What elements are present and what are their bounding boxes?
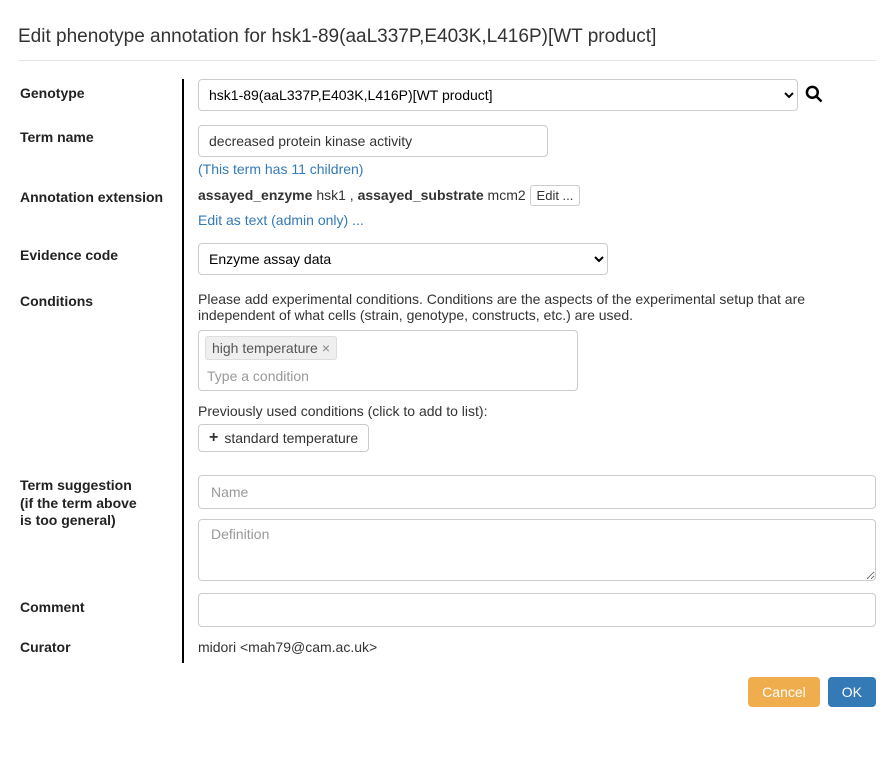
ok-button[interactable]: OK	[828, 677, 876, 707]
prev-condition-label: standard temperature	[224, 430, 358, 446]
label-term-suggestion-main: Term suggestion	[20, 477, 132, 493]
previously-used-label: Previously used conditions (click to add…	[198, 403, 876, 419]
conditions-help-text: Please add experimental conditions. Cond…	[198, 291, 876, 323]
evidence-row: Enzyme assay data	[198, 243, 876, 291]
condition-input[interactable]	[205, 364, 571, 386]
evidence-select[interactable]: Enzyme assay data	[198, 243, 608, 275]
labels-column: Genotype Term name Annotation extension …	[18, 79, 184, 663]
term-name-input[interactable]	[198, 125, 548, 157]
ext-sep: ,	[350, 187, 358, 203]
ext-val1: hsk1	[316, 187, 346, 203]
form-body: Genotype Term name Annotation extension …	[18, 79, 876, 663]
ext-val2: mcm2	[488, 187, 526, 203]
edit-as-text-link[interactable]: Edit as text (admin only) ...	[198, 212, 364, 228]
condition-tag-label: high temperature	[212, 340, 318, 356]
condition-tag: high temperature ×	[205, 336, 337, 360]
remove-tag-icon[interactable]: ×	[322, 340, 330, 356]
label-term-suggestion-sub1: (if the term above	[20, 495, 137, 511]
annotation-extension-row: assayed_enzyme hsk1 , assayed_substrate …	[198, 185, 876, 243]
label-term-suggestion: Term suggestion (if the term above is to…	[20, 475, 176, 593]
ext-key2: assayed_substrate	[358, 187, 484, 203]
edit-extension-button[interactable]: Edit ...	[530, 185, 581, 206]
suggestion-definition-textarea[interactable]	[198, 519, 876, 581]
prev-condition-button[interactable]: + standard temperature	[198, 424, 369, 452]
term-name-row: (This term has 11 children)	[198, 125, 876, 185]
label-comment: Comment	[20, 593, 176, 637]
conditions-row: Please add experimental conditions. Cond…	[198, 291, 876, 475]
dialog-title: Edit phenotype annotation for hsk1-89(aa…	[18, 16, 876, 61]
genotype-select[interactable]: hsk1-89(aaL337P,E403K,L416P)[WT product]	[198, 79, 798, 111]
ext-key1: assayed_enzyme	[198, 187, 312, 203]
suggestion-name-input[interactable]	[198, 475, 876, 509]
fields-column: hsk1-89(aaL337P,E403K,L416P)[WT product]…	[198, 79, 876, 663]
label-conditions: Conditions	[20, 291, 176, 475]
dialog-footer: Cancel OK	[18, 663, 876, 707]
previously-used: Previously used conditions (click to add…	[198, 403, 876, 452]
term-children-link[interactable]: (This term has 11 children)	[198, 161, 363, 177]
label-term-suggestion-sub2: is too general)	[20, 512, 116, 528]
label-genotype: Genotype	[20, 79, 176, 125]
label-evidence-code: Evidence code	[20, 243, 176, 291]
conditions-tag-box[interactable]: high temperature ×	[198, 330, 578, 391]
comment-input[interactable]	[198, 593, 876, 627]
term-suggestion-row	[198, 475, 876, 593]
label-curator: Curator	[20, 637, 176, 657]
curator-value: midori <mah79@cam.ac.uk>	[198, 637, 876, 655]
plus-icon: +	[209, 430, 218, 446]
search-icon[interactable]	[804, 84, 824, 107]
comment-row	[198, 593, 876, 637]
genotype-row: hsk1-89(aaL337P,E403K,L416P)[WT product]	[198, 79, 876, 125]
label-term-name: Term name	[20, 125, 176, 185]
label-annotation-extension: Annotation extension	[20, 185, 176, 243]
cancel-button[interactable]: Cancel	[748, 677, 820, 707]
edit-annotation-dialog: Edit phenotype annotation for hsk1-89(aa…	[0, 0, 894, 723]
